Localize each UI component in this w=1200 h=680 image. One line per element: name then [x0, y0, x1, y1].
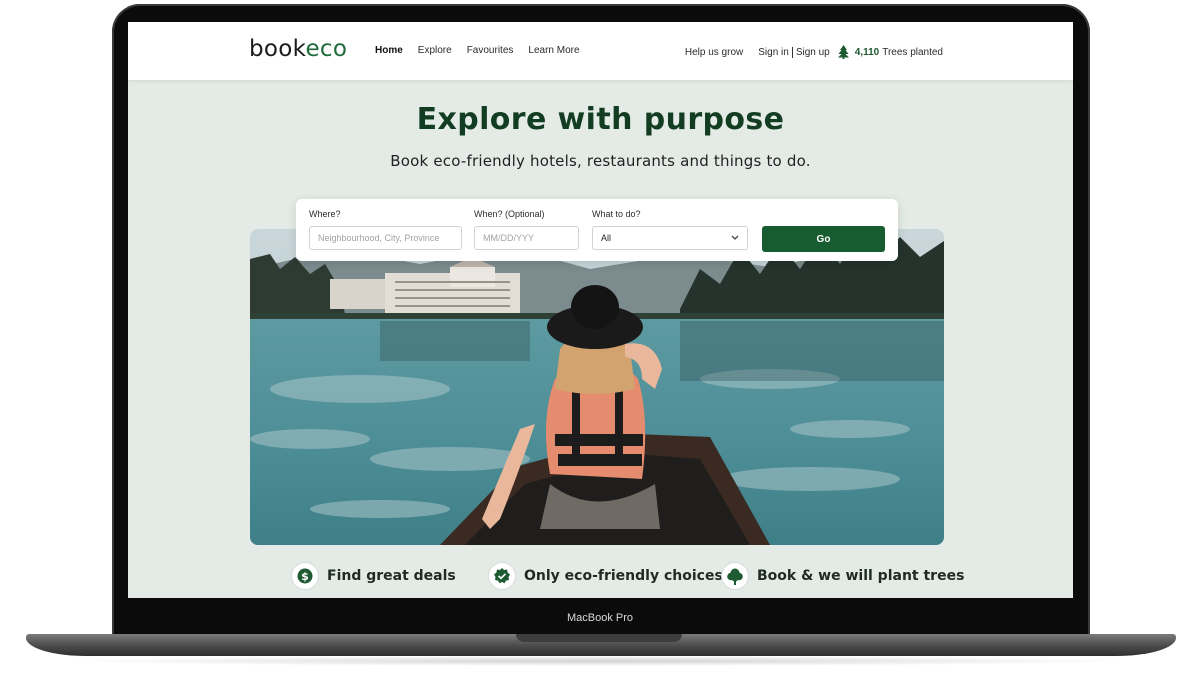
go-button[interactable]: Go: [762, 226, 885, 252]
trees-count: 4,110: [854, 46, 880, 58]
nav-right: Help us grow Sign in Sign up 4,110 Trees…: [685, 45, 943, 59]
where-label: Where?: [309, 209, 341, 219]
feature-text: Only eco-friendly choices: [524, 568, 723, 584]
feature-text: Find great deals: [327, 568, 456, 584]
nav-link-learn-more[interactable]: Learn More: [528, 45, 579, 56]
hero-subtitle: Book eco-friendly hotels, restaurants an…: [390, 152, 811, 170]
nav-link-explore[interactable]: Explore: [418, 45, 452, 56]
feature-text: Book & we will plant trees: [757, 568, 965, 584]
nav-link-home[interactable]: Home: [375, 45, 403, 56]
bookeco-logo[interactable]: bookeco: [249, 36, 347, 62]
browser-screen: bookeco Home Explore Favourites Learn Mo…: [128, 22, 1073, 598]
laptop-notch: [516, 634, 682, 642]
hero-photo: [250, 229, 944, 545]
feature-great-deals: $ Find great deals: [292, 563, 456, 589]
laptop-shadow: [60, 656, 1140, 666]
features-row: $ Find great deals Only eco-friendly cho…: [128, 563, 1073, 593]
feature-eco-choices: Only eco-friendly choices: [489, 563, 723, 589]
what-select-value: All: [601, 233, 612, 243]
sign-up-link[interactable]: Sign up: [796, 47, 830, 58]
navbar: bookeco Home Explore Favourites Learn Mo…: [128, 22, 1073, 81]
when-label: When? (Optional): [474, 209, 545, 219]
what-label: What to do?: [592, 209, 641, 219]
feature-plant-trees: Book & we will plant trees: [722, 563, 964, 589]
when-field[interactable]: [474, 226, 579, 250]
trees-label: Trees planted: [882, 46, 943, 58]
check-badge-icon-circle: [489, 563, 515, 589]
search-card: Where? When? (Optional) What to do? All …: [296, 199, 898, 261]
where-field[interactable]: [309, 226, 462, 250]
where-input[interactable]: [318, 233, 453, 243]
svg-text:$: $: [301, 570, 309, 583]
lake-canoe-illustration: [250, 229, 944, 545]
logo-eco: eco: [305, 36, 348, 62]
trees-planted-counter: 4,110 Trees planted: [837, 45, 943, 59]
logo-book: book: [249, 36, 306, 62]
check-badge-icon: [494, 568, 510, 584]
chevron-down-icon: [731, 235, 739, 240]
when-input[interactable]: [483, 233, 570, 243]
tree-icon-circle: [722, 563, 748, 589]
sign-in-link[interactable]: Sign in: [758, 47, 789, 58]
tree-icon: [727, 568, 743, 585]
pine-tree-icon: [837, 45, 849, 59]
help-us-grow-link[interactable]: Help us grow: [685, 47, 743, 58]
device-label: MacBook Pro: [566, 612, 634, 624]
dollar-icon-circle: $: [292, 563, 318, 589]
nav-links: Home Explore Favourites Learn More: [375, 45, 580, 56]
hero-title: Explore with purpose: [416, 102, 785, 137]
nav-link-favourites[interactable]: Favourites: [467, 45, 514, 56]
divider: [791, 46, 793, 58]
what-select[interactable]: All: [592, 226, 748, 250]
dollar-icon: $: [297, 568, 313, 584]
